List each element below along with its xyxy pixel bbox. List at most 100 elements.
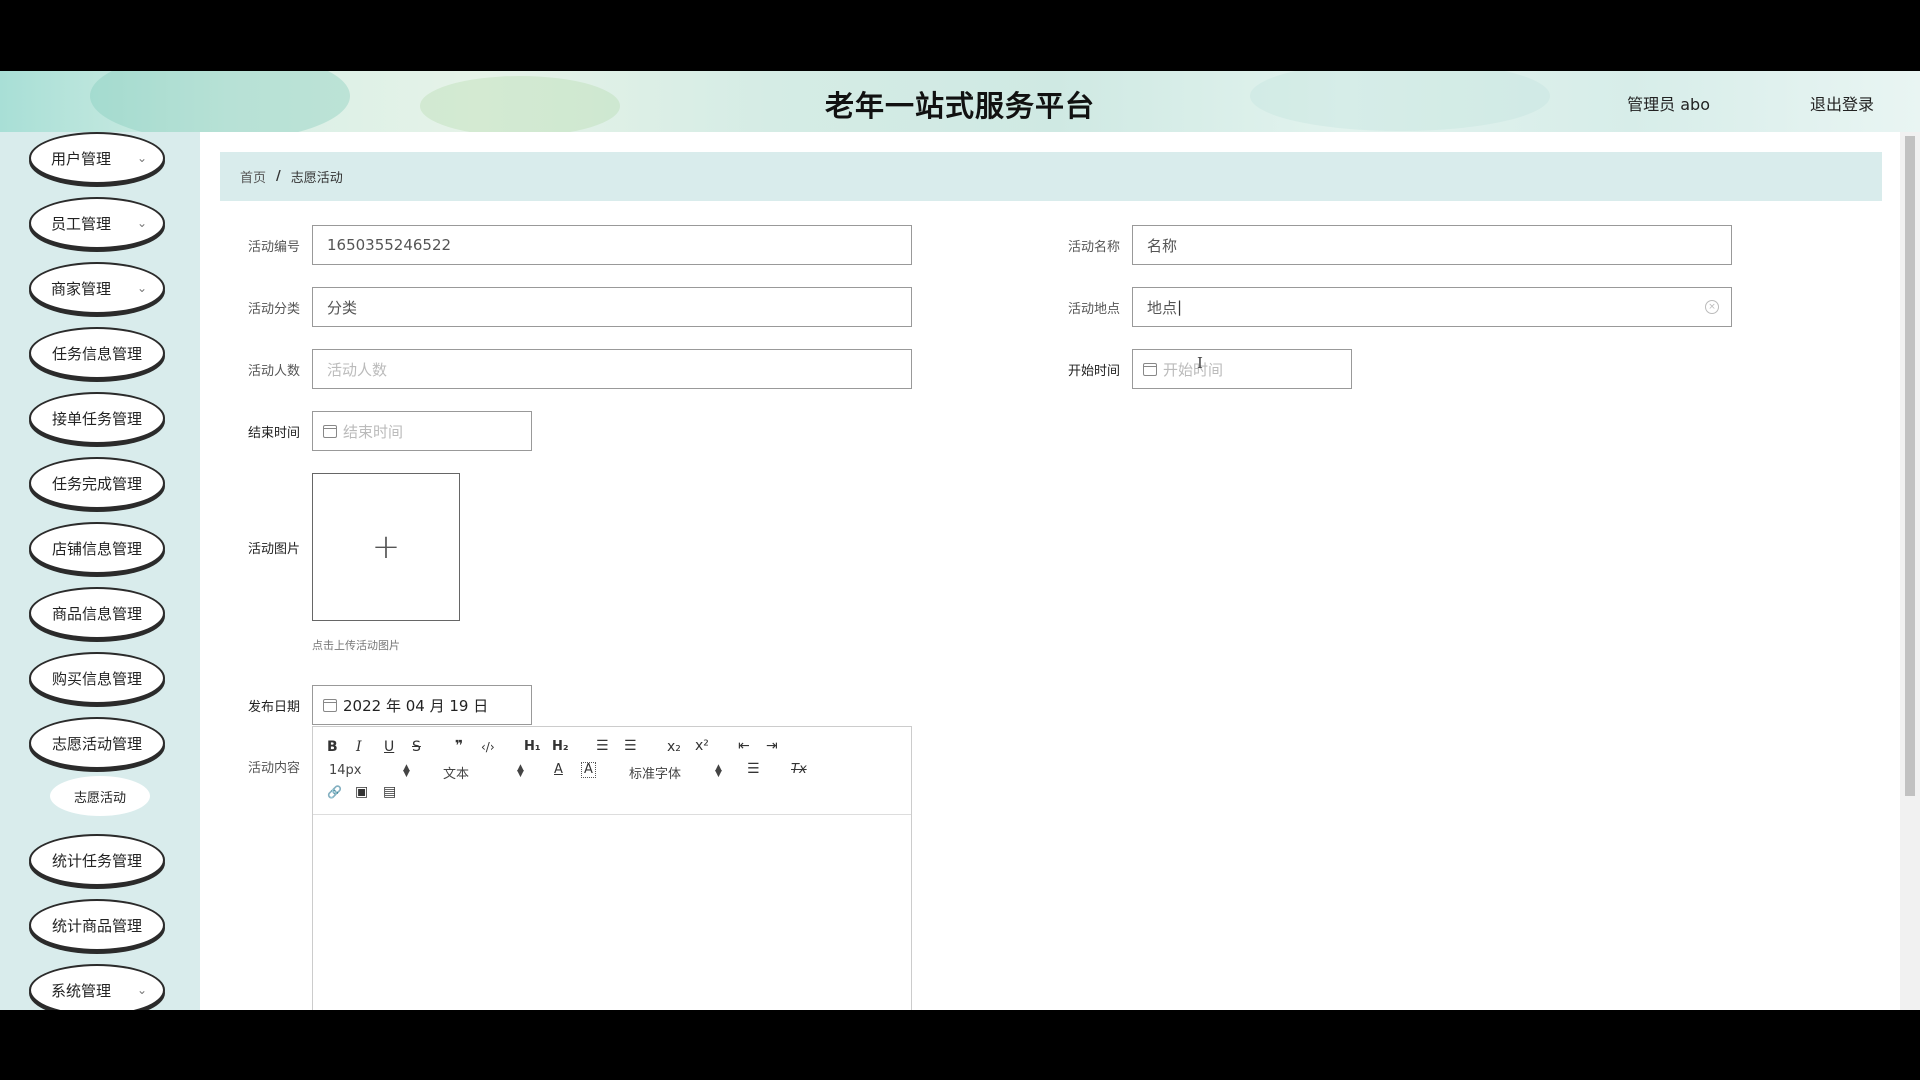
sidebar-item-label: 商家管理 [51,279,112,298]
editor-body[interactable] [313,815,911,1010]
outdent-icon[interactable]: ⇤ [738,738,750,754]
scrollbar[interactable] [1900,132,1920,1010]
select-arrows-icon: ▲ ▼ [715,763,722,779]
sidebar-item-user-management[interactable]: 用户管理 ⌄ [29,132,165,184]
font-size-value: 14px [329,763,362,778]
start-time-placeholder: 开始时间 [1163,360,1224,379]
publish-date-label: 发布日期 [247,700,300,715]
breadcrumb: 首页 / 志愿活动 [220,152,1882,201]
image-uploader[interactable]: + [312,473,460,621]
logout-link[interactable]: 退出登录 [1810,91,1874,115]
sidebar-item-label: 系统管理 [51,981,112,1000]
mouse-cursor: I [1197,354,1203,372]
indent-icon[interactable]: ⇥ [766,738,778,754]
ordered-list-icon[interactable]: ☰ [596,738,609,754]
activity-name-label: 活动名称 [1067,240,1120,255]
chevron-down-icon: ⌄ [136,983,147,997]
bold-icon[interactable]: B [327,739,338,755]
location-value: 地点 [1147,298,1178,317]
plus-icon: + [371,527,401,567]
start-time-picker[interactable]: 开始时间 [1132,349,1352,389]
bullet-list-icon[interactable]: ☰ [624,738,637,754]
chevron-down-icon: ⌄ [136,216,147,230]
sidebar-item-label: 店铺信息管理 [51,539,142,558]
sidebar-item-label: 统计商品管理 [51,916,142,935]
headcount-label: 活动人数 [247,364,300,379]
breadcrumb-home[interactable]: 首页 [240,167,266,186]
activity-id-label: 活动编号 [247,240,300,255]
quote-icon[interactable]: ❞ [455,738,463,754]
sidebar-item-task-info[interactable]: 任务信息管理 [29,327,165,379]
video-icon[interactable]: ▤ [383,784,396,800]
sidebar-item-label: 购买信息管理 [51,669,142,688]
sidebar-item-accepted-tasks[interactable]: 接单任务管理 [29,392,165,444]
heading-1-icon[interactable]: H₁ [524,739,541,754]
sidebar-item-label: 员工管理 [51,214,112,233]
clear-icon[interactable]: × [1705,300,1719,314]
publish-date-value: 2022 年 04 月 19 日 [343,696,489,715]
activity-name-field[interactable]: 名称 [1132,225,1732,265]
location-label: 活动地点 [1067,302,1120,317]
underline-icon[interactable]: U [384,739,394,755]
image-label: 活动图片 [247,542,300,557]
breadcrumb-separator: / [276,169,281,184]
category-label: 活动分类 [247,302,300,317]
sidebar-item-label: 统计任务管理 [51,851,142,870]
calendar-icon [323,424,337,438]
heading-2-icon[interactable]: H₂ [552,739,569,754]
sidebar-item-merchant-management[interactable]: 商家管理 ⌄ [29,262,165,314]
sidebar-subitem-volunteer-activity[interactable]: 志愿活动 [50,776,150,816]
text-color-icon[interactable]: A [554,762,563,777]
sidebar-item-product-statistics[interactable]: 统计商品管理 [29,899,165,951]
sidebar: 用户管理 ⌄ 员工管理 ⌄ 商家管理 ⌄ 任务信息管理 接单任务管理 任务完成管… [0,132,200,1010]
sidebar-item-system-management[interactable]: 系统管理 ⌄ [29,964,165,1010]
code-icon[interactable]: ‹/› [481,740,495,754]
chevron-down-icon: ⌄ [136,151,147,165]
italic-icon[interactable]: I [356,739,362,755]
sidebar-item-staff-management[interactable]: 员工管理 ⌄ [29,197,165,249]
sidebar-item-product-info[interactable]: 商品信息管理 [29,587,165,639]
background-color-icon[interactable]: A [581,762,596,778]
block-format-select[interactable]: 文本 ▲ ▼ [443,763,527,783]
end-time-label: 结束时间 [247,426,300,441]
scrollbar-thumb[interactable] [1905,136,1915,796]
header: 老年一站式服务平台 管理员 abo 退出登录 [0,71,1920,141]
block-format-value: 文本 [443,767,470,782]
location-field[interactable]: 地点 | × [1132,287,1732,327]
clear-format-icon[interactable]: Tx [791,762,807,777]
font-family-select[interactable]: 标准字体 ▲ ▼ [629,763,723,783]
sidebar-item-label: 商品信息管理 [51,604,142,623]
headcount-field[interactable]: 活动人数 [312,349,912,389]
link-icon[interactable]: 🔗 [327,785,342,799]
sidebar-item-shop-info[interactable]: 店铺信息管理 [29,522,165,574]
upload-tip: 点击上传活动图片 [312,639,400,652]
end-time-placeholder: 结束时间 [343,422,404,441]
category-field[interactable]: 分类 [312,287,912,327]
letterbox-top [0,0,1920,71]
main-content: 首页 / 志愿活动 活动编号 1650355246522 活动名称 名称 活动分… [200,132,1900,1010]
sidebar-item-label: 任务信息管理 [51,344,142,363]
sidebar-item-volunteer-management[interactable]: 志愿活动管理 [29,717,165,769]
app-window: 老年一站式服务平台 管理员 abo 退出登录 用户管理 ⌄ 员工管理 ⌄ 商家管… [0,71,1920,1010]
sidebar-item-task-completion[interactable]: 任务完成管理 [29,457,165,509]
activity-id-field[interactable]: 1650355246522 [312,225,912,265]
publish-date-picker[interactable]: 2022 年 04 月 19 日 [312,685,532,725]
superscript-icon[interactable]: x² [695,738,709,754]
font-family-value: 标准字体 [629,767,682,782]
chevron-down-icon: ⌄ [136,281,147,295]
strike-icon[interactable]: S [412,739,421,755]
font-size-select[interactable]: 14px ▲ ▼ [329,763,413,779]
rich-text-editor: B I U S ❞ ‹/› H₁ H₂ ☰ ☰ x₂ x² ⇤ ⇥ 14px ▲… [312,726,912,1010]
align-icon[interactable]: ☰ [747,761,760,777]
sidebar-item-purchase-info[interactable]: 购买信息管理 [29,652,165,704]
start-time-label: 开始时间 [1067,364,1120,379]
sidebar-item-label: 志愿活动管理 [51,734,142,753]
sidebar-item-task-statistics[interactable]: 统计任务管理 [29,834,165,886]
content-label: 活动内容 [247,761,300,776]
select-arrows-icon: ▲ ▼ [403,763,410,779]
end-time-picker[interactable]: 结束时间 [312,411,532,451]
current-user: 管理员 abo [1627,95,1710,114]
image-icon[interactable]: ▣ [355,784,368,800]
letterbox-bottom [0,1010,1920,1080]
subscript-icon[interactable]: x₂ [667,739,681,755]
